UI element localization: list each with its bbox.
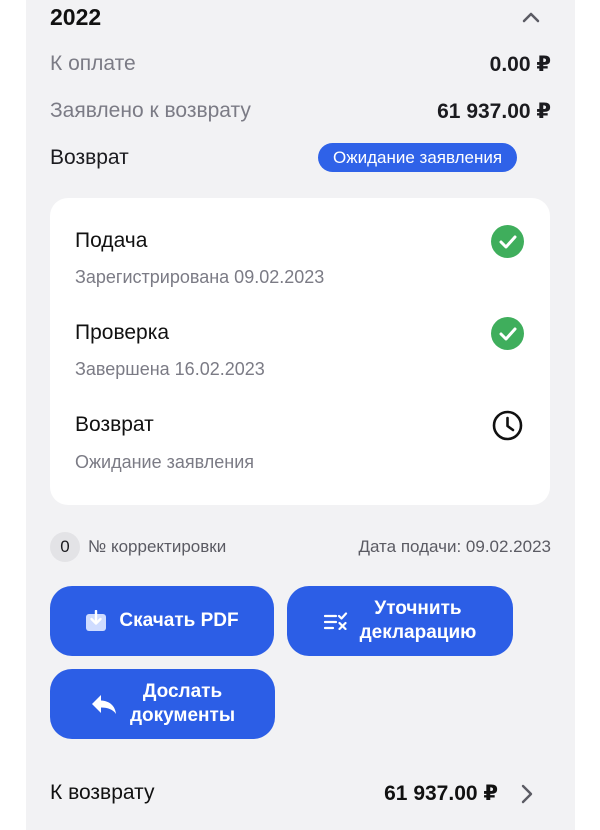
- to-pay-value: 0.00 ₽: [489, 53, 551, 76]
- download-pdf-button[interactable]: Скачать PDF: [50, 586, 274, 656]
- check-icon: [491, 317, 524, 350]
- refund-status-badge: Ожидание заявления: [318, 143, 518, 172]
- send-documents-button[interactable]: Дослать документы: [50, 669, 275, 739]
- step-subtitle: Зарегистрирована 09.02.2023: [75, 267, 325, 287]
- send-documents-label: Дослать документы: [129, 681, 236, 726]
- chevron-right-icon[interactable]: [520, 784, 534, 804]
- step-subtitle: Ожидание заявления: [75, 452, 255, 472]
- chevron-up-icon[interactable]: [522, 10, 540, 24]
- claimed-label: Заявлено к возврату: [50, 99, 251, 122]
- to-pay-label: К оплате: [50, 52, 136, 75]
- clarify-declaration-label: Уточнить декларацию: [359, 598, 477, 643]
- correction-number-badge: 0: [50, 532, 80, 562]
- submission-date: Дата подачи: 09.02.2023: [358, 537, 551, 556]
- claimed-value: 61 937.00 ₽: [437, 100, 551, 123]
- refund-total-label[interactable]: К возврату: [50, 781, 154, 805]
- clock-icon: [492, 410, 523, 441]
- refund-label: Возврат: [50, 146, 129, 169]
- list-edit-icon: [323, 612, 348, 630]
- year-title: 2022: [50, 4, 102, 30]
- step-subtitle: Завершена 16.02.2023: [75, 359, 265, 379]
- step-title: Подача: [75, 229, 148, 252]
- reply-arrow-icon: [90, 693, 118, 715]
- step-title: Возврат: [75, 413, 154, 436]
- steps-panel: Подача Зарегистрирована 09.02.2023 Прове…: [50, 198, 550, 505]
- download-pdf-label: Скачать PDF: [119, 610, 239, 631]
- download-icon: [85, 610, 107, 632]
- declaration-card: 2022 К оплате 0.00 ₽ Заявлено к возврату…: [26, 0, 575, 830]
- correction-label: № корректировки: [88, 537, 227, 556]
- refund-total-value[interactable]: 61 937.00 ₽: [356, 781, 498, 806]
- step-title: Проверка: [75, 321, 170, 344]
- check-icon: [491, 225, 524, 258]
- clarify-declaration-button[interactable]: Уточнить декларацию: [287, 586, 513, 656]
